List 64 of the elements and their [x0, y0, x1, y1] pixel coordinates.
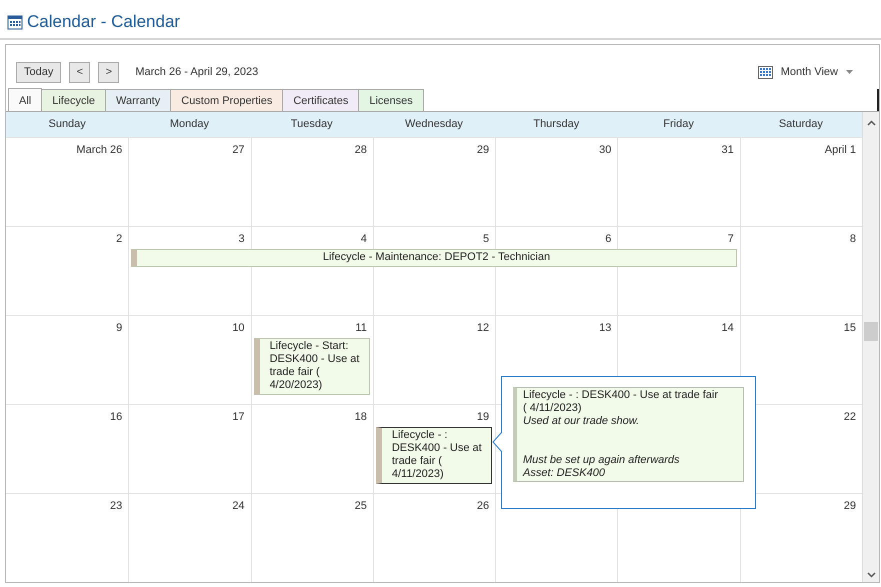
today-button[interactable]: Today [16, 62, 62, 82]
day-number: 13 [598, 321, 612, 336]
day-number: 27 [231, 143, 246, 158]
event-item[interactable]: Lifecycle - Start: DESK400 - Use at trade fair ( 4/20/2023) [254, 338, 370, 395]
tooltip-text: Must be set up again afterwards [523, 454, 681, 467]
day-number: 9 [115, 321, 124, 336]
day-number: 3 [237, 232, 246, 247]
weekday-header: Sunday [47, 117, 87, 132]
dropdown-caret-icon [846, 70, 853, 74]
weekday-header: Friday [662, 117, 695, 132]
calendar-icon [7, 14, 23, 30]
day-number: 10 [231, 321, 246, 336]
day-number: 18 [354, 410, 368, 425]
day-number: 8 [848, 232, 857, 247]
day-number: 6 [604, 232, 612, 247]
scrollbar-thumb[interactable] [864, 322, 878, 341]
day-number: 28 [354, 143, 368, 158]
weekday-header: Thursday [532, 117, 580, 132]
day-number: 2 [115, 232, 124, 247]
next-button[interactable]: > [98, 62, 120, 82]
weekday-header: Monday [168, 117, 210, 132]
tab[interactable]: Certificates [282, 88, 360, 111]
tooltip-text: Used at our trade show. [523, 415, 640, 428]
day-number: 4 [360, 232, 368, 247]
event-item[interactable]: Lifecycle - : DESK400 - Use at trade fair ( 4/11/2023) [376, 427, 492, 484]
day-number: 19 [476, 410, 490, 425]
day-number: 24 [231, 499, 246, 514]
day-number: 29 [842, 499, 857, 514]
day-number: 26 [476, 499, 490, 514]
day-number: 22 [842, 410, 857, 425]
day-number: 15 [842, 321, 857, 336]
day-number: April 1 [824, 143, 857, 158]
tooltip-text: Lifecycle - : DESK400 - Use at trade fair [523, 389, 720, 402]
page-title: Calendar - Calendar [27, 11, 180, 34]
view-selector[interactable]: Month View [780, 64, 838, 80]
day-number: 23 [109, 499, 124, 514]
day-number: 14 [720, 321, 735, 336]
weekday-header: Saturday [778, 117, 824, 132]
day-number: 31 [720, 143, 735, 158]
day-number: 12 [476, 321, 490, 336]
tooltip-text: Asset: DESK400 [523, 467, 606, 480]
weekday-header: Tuesday [290, 117, 334, 132]
day-number: 7 [726, 232, 735, 247]
day-number: 16 [109, 410, 124, 425]
date-range: March 26 - April 29, 2023 [135, 64, 258, 80]
day-number: March 26 [75, 143, 124, 158]
tab[interactable]: Warranty [105, 88, 172, 111]
day-number: 25 [354, 499, 368, 514]
tab[interactable]: Lifecycle [41, 88, 106, 111]
month-grid-icon [758, 66, 773, 78]
day-number: 11 [354, 321, 368, 336]
tooltip-text: ( 4/11/2023) [523, 402, 583, 415]
weekday-header: Wednesday [404, 117, 464, 132]
event-item[interactable]: Lifecycle - Maintenance: DEPOT2 - Technician [131, 249, 737, 267]
scroll-down-icon[interactable] [866, 572, 876, 578]
tab[interactable]: Licenses [358, 88, 424, 111]
scroll-up-icon[interactable] [866, 120, 876, 126]
tab[interactable]: All [8, 88, 42, 111]
tab[interactable]: Custom Properties [170, 88, 284, 111]
previous-button[interactable]: < [69, 62, 90, 82]
day-number: 17 [231, 410, 246, 425]
day-number: 30 [598, 143, 612, 158]
day-number: 29 [476, 143, 490, 158]
day-number: 5 [482, 232, 490, 247]
